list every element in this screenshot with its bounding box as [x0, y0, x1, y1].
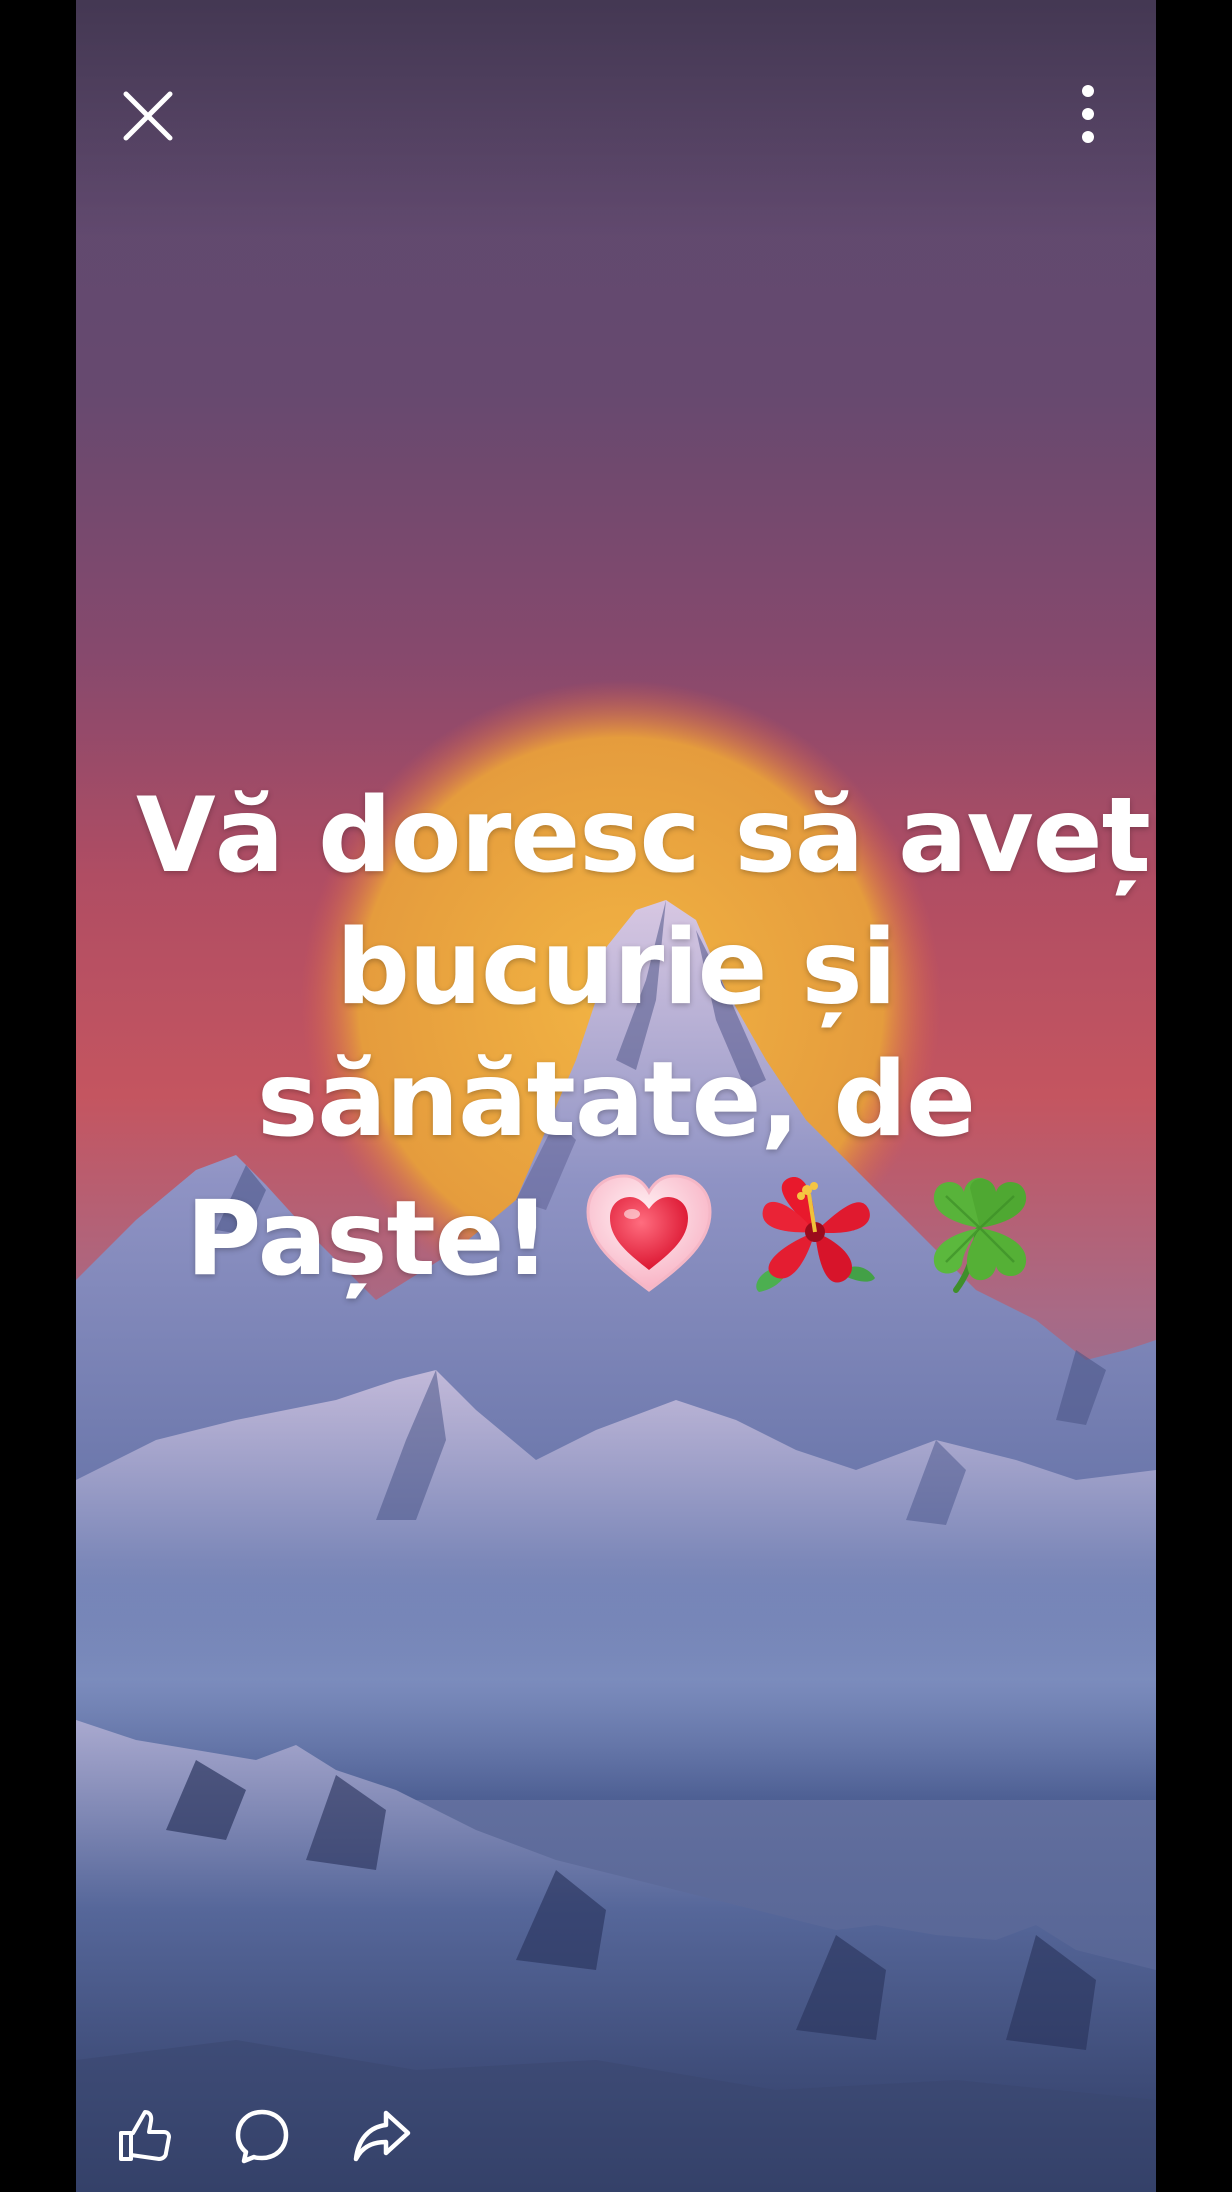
- hibiscus-icon: [756, 1177, 876, 1292]
- story-viewer: Vă doresc să aveți bucurie și sănătate, …: [76, 0, 1156, 2192]
- comment-bubble-icon: [235, 2109, 289, 2164]
- heart-icon: [586, 1174, 712, 1292]
- more-vertical-icon: [1082, 85, 1094, 143]
- more-options-button[interactable]: [1058, 76, 1118, 152]
- caption-line: sănătate, de: [256, 1040, 976, 1160]
- comment-button[interactable]: [222, 2096, 302, 2176]
- caption-line: bucurie și: [336, 908, 897, 1028]
- like-button[interactable]: [104, 2096, 184, 2176]
- share-button[interactable]: [342, 2096, 422, 2176]
- caption-line: Paște!: [185, 1179, 551, 1299]
- caption-last-line: Paște!: [136, 1166, 1096, 1305]
- share-arrow-icon: [353, 2110, 411, 2162]
- story-topbar: [76, 0, 1156, 230]
- close-icon: [123, 91, 173, 141]
- reaction-bar: [76, 2080, 1156, 2192]
- post-caption: Vă doresc să aveți bucurie și sănătate, …: [136, 770, 1156, 1305]
- caption-line: Vă doresc să aveți: [136, 776, 1156, 896]
- thumbs-up-icon: [119, 2110, 171, 2161]
- close-button[interactable]: [110, 78, 186, 154]
- four-leaf-clover-icon: [933, 1177, 1027, 1293]
